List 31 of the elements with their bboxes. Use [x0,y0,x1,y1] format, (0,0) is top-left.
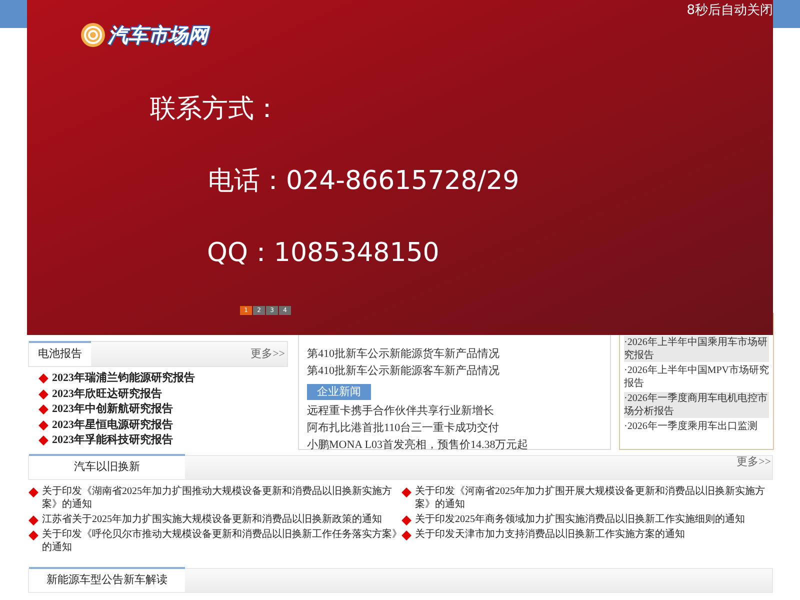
news-link[interactable]: 第410批新车公示新能源货车新产品情况 [307,346,610,363]
qq-number: QQ：1085348150 [207,237,440,270]
news-link[interactable]: 小鹏MONA L03首发亮相，预售价14.38万元起 [307,436,610,454]
report-link[interactable]: ·2026年一季度商用车电机电控市场分析报告 [624,392,769,418]
report-link[interactable]: 2023年瑞浦兰钧能源研究报告 [52,371,195,386]
news-link[interactable]: 第410批新车公示新能源客车新产品情况 [307,362,610,380]
countdown-text[interactable]: 8秒后自动关闭 [686,1,773,20]
section-tab[interactable]: 电池报告 [29,341,91,366]
policy-link[interactable]: 关于印发天津市加力支持消费品以旧换新工作实施方案的通知 [415,528,685,541]
policy-link[interactable]: 关于印发《河南省2025年加力扩围开展大规模设备更新和消费品以旧换新实施方案》的通知 [415,485,773,511]
report-link[interactable]: 2023年欣旺达研究报告 [52,386,162,402]
report-link[interactable]: ·2026年上半年中国MPV市场研究报告 [624,364,769,390]
section-tab[interactable]: 新能源车型公告新车解读 [29,567,185,592]
site-logo-text: 汽车市场网 [108,20,208,50]
more-link[interactable]: 更多>> [736,454,771,470]
policy-link[interactable]: 江苏省关于2025年加力扩围实施大规模设备更新和消费品以旧换新政策的通知 [42,513,382,526]
phone-number: 电话：024-86615728/29 [208,165,520,198]
contact-heading: 联系方式： [150,93,280,126]
category-label: 企业新闻 [307,384,371,400]
policy-link[interactable]: 关于印发2025年商务领域加力扩围实施消费品以旧换新工作实施细则的通知 [415,513,745,526]
news-link[interactable]: 阿布扎比港首批110台三一重卡成功交付 [307,420,610,437]
report-link[interactable]: 2023年孚能科技研究报告 [52,433,173,448]
report-link[interactable]: 2023年星恒电源研究报告 [52,418,173,432]
more-link[interactable]: 更多>> [250,346,287,362]
swirl-logo-icon [80,22,106,48]
news-link[interactable]: 远程重卡携手合作伙伴共享行业新增长 [307,403,610,420]
policy-link[interactable]: 关于印发《呼伦贝尔市推动大规模设备更新和消费品以旧换新工作任务落实方案》的通知 [42,528,403,554]
report-link[interactable]: ·2026年上半年中国乘用车市场研究报告 [624,336,769,362]
policy-link[interactable]: 关于印发《湖南省2025年加力扩围推动大规模设备更新和消费品以旧换新实施方案》的通知 [42,485,403,511]
report-link[interactable]: 2023年中创新航研究报告 [52,402,173,417]
section-tab[interactable]: 汽车以旧换新 [29,454,185,479]
